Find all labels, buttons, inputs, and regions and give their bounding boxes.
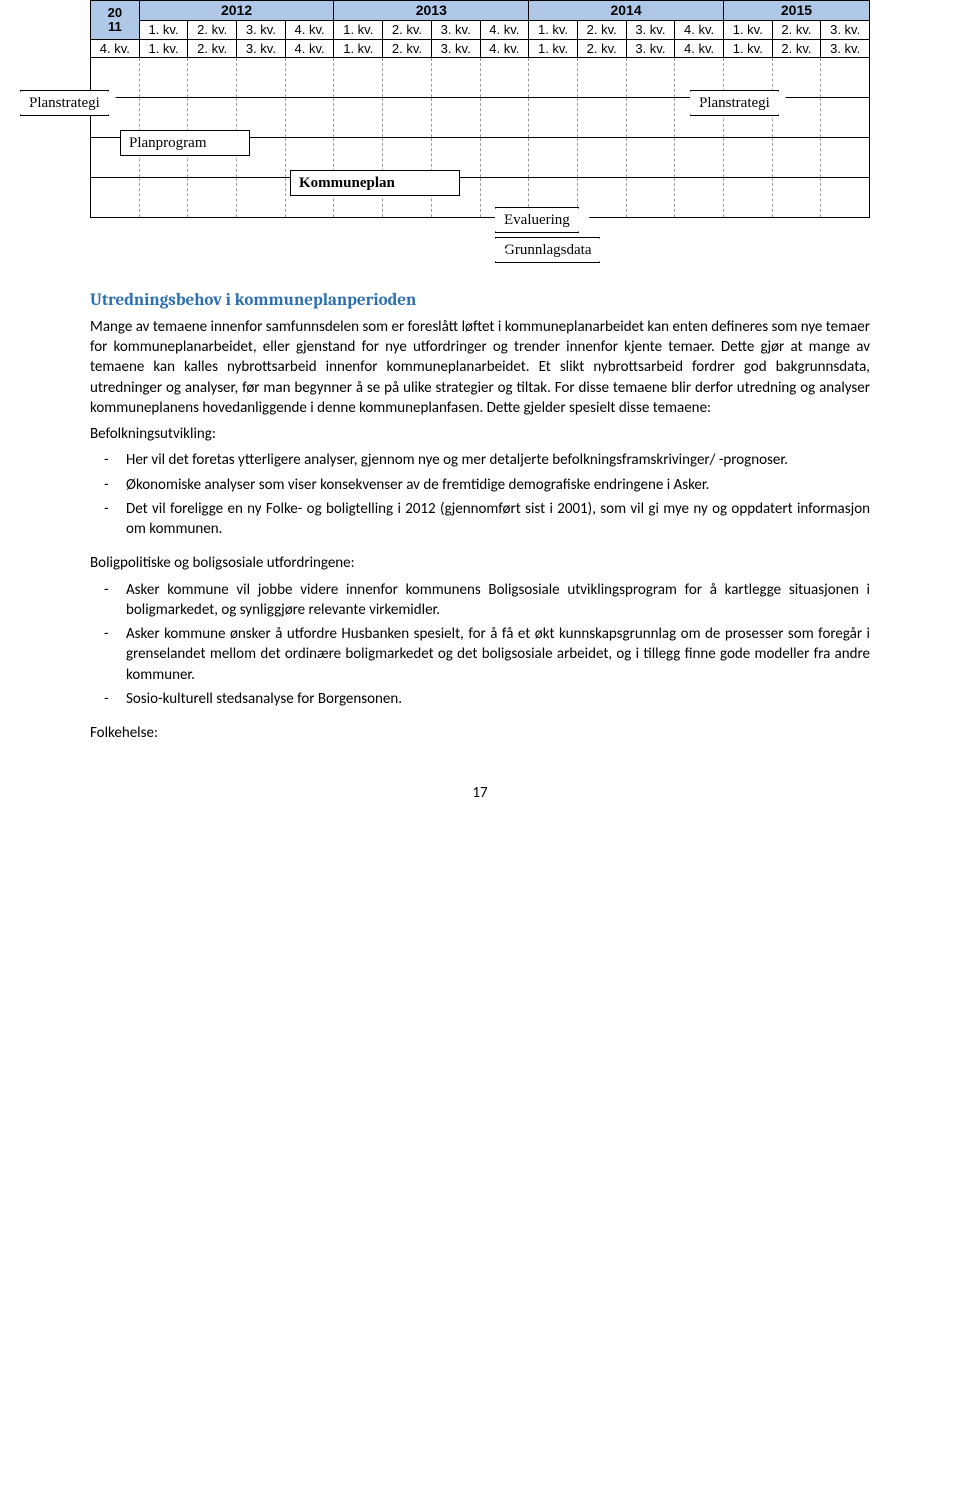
section-heading: Utredningsbehov i kommuneplanperioden xyxy=(90,290,870,313)
befolkning-list: Her vil det foretas ytterligere analyser… xyxy=(90,450,870,539)
list-item: Her vil det foretas ytterligere analyser… xyxy=(126,450,870,470)
kv-cell: 3. kv. xyxy=(237,39,286,58)
folkehelse-label: Folkehelse: xyxy=(90,723,870,743)
planstrategi-box-1: Planstrategi xyxy=(20,90,109,116)
year-2011-header: 2011 xyxy=(91,1,140,40)
kv-cell: 2. kv. xyxy=(383,20,432,39)
intro-paragraph: Mange av temaene innenfor samfunnsdelen … xyxy=(90,317,870,418)
planprogram-box: Planprogram xyxy=(120,130,250,156)
kv-cell: 4. kv. xyxy=(285,20,334,39)
kv-cell: 4. kv. xyxy=(91,39,140,58)
kv-cell: 3. kv. xyxy=(821,20,870,39)
year-2012-header: 2012 xyxy=(139,1,334,21)
kv-cell: 2. kv. xyxy=(383,39,432,58)
kv-cell: 3. kv. xyxy=(626,39,675,58)
kv-cell: 1. kv. xyxy=(529,39,578,58)
kv-cell: 1. kv. xyxy=(139,39,188,58)
kv-cell: 3. kv. xyxy=(431,20,480,39)
list-item: Det vil foreligge en ny Folke- og boligt… xyxy=(126,499,870,540)
kv-cell: 2. kv. xyxy=(772,20,821,39)
evaluering-box: Evaluering xyxy=(495,207,579,233)
list-item: Sosio-kulturell stedsanalyse for Borgens… xyxy=(126,689,870,709)
kv-cell: 1. kv. xyxy=(529,20,578,39)
kv-cell: 1. kv. xyxy=(723,20,772,39)
kv-cell: 1. kv. xyxy=(334,20,383,39)
page-number: 17 xyxy=(90,783,870,803)
kv-cell: 4. kv. xyxy=(480,39,529,58)
kv-cell: 4. kv. xyxy=(675,20,724,39)
kv-cell: 4. kv. xyxy=(285,39,334,58)
year-2014-header: 2014 xyxy=(529,1,724,21)
kv-cell: 4. kv. xyxy=(480,20,529,39)
bolig-list: Asker kommune vil jobbe videre innenfor … xyxy=(90,580,870,710)
kv-cell: 3. kv. xyxy=(237,20,286,39)
kv-cell: 2. kv. xyxy=(577,20,626,39)
year-2015-header: 2015 xyxy=(723,1,869,21)
timeline-diagram: 2011 2012 2013 2014 2015 1. kv. 2. kv. 3… xyxy=(90,0,870,260)
grunnlagsdata-box: Grunnlagsdata xyxy=(495,237,600,263)
kv-cell: 1. kv. xyxy=(139,20,188,39)
list-item: Asker kommune ønsker å utfordre Husbanke… xyxy=(126,624,870,685)
kv-cell: 2. kv. xyxy=(577,39,626,58)
planstrategi-box-2: Planstrategi xyxy=(690,90,779,116)
kv-cell: 2. kv. xyxy=(772,39,821,58)
bolig-label: Boligpolitiske og boligsosiale utfordrin… xyxy=(90,553,870,573)
befolkning-label: Befolkningsutvikling: xyxy=(90,424,870,444)
kv-cell: 2. kv. xyxy=(188,20,237,39)
kv-cell: 2. kv. xyxy=(188,39,237,58)
kv-cell: 3. kv. xyxy=(821,39,870,58)
year-2013-header: 2013 xyxy=(334,1,529,21)
kv-cell: 4. kv. xyxy=(675,39,724,58)
kv-cell: 3. kv. xyxy=(431,39,480,58)
kv-cell: 3. kv. xyxy=(626,20,675,39)
list-item: Asker kommune vil jobbe videre innenfor … xyxy=(126,580,870,621)
kv-cell: 1. kv. xyxy=(723,39,772,58)
list-item: Økonomiske analyser som viser konsekvens… xyxy=(126,475,870,495)
kv-cell: 1. kv. xyxy=(334,39,383,58)
kommuneplan-box: Kommuneplan xyxy=(290,170,460,196)
